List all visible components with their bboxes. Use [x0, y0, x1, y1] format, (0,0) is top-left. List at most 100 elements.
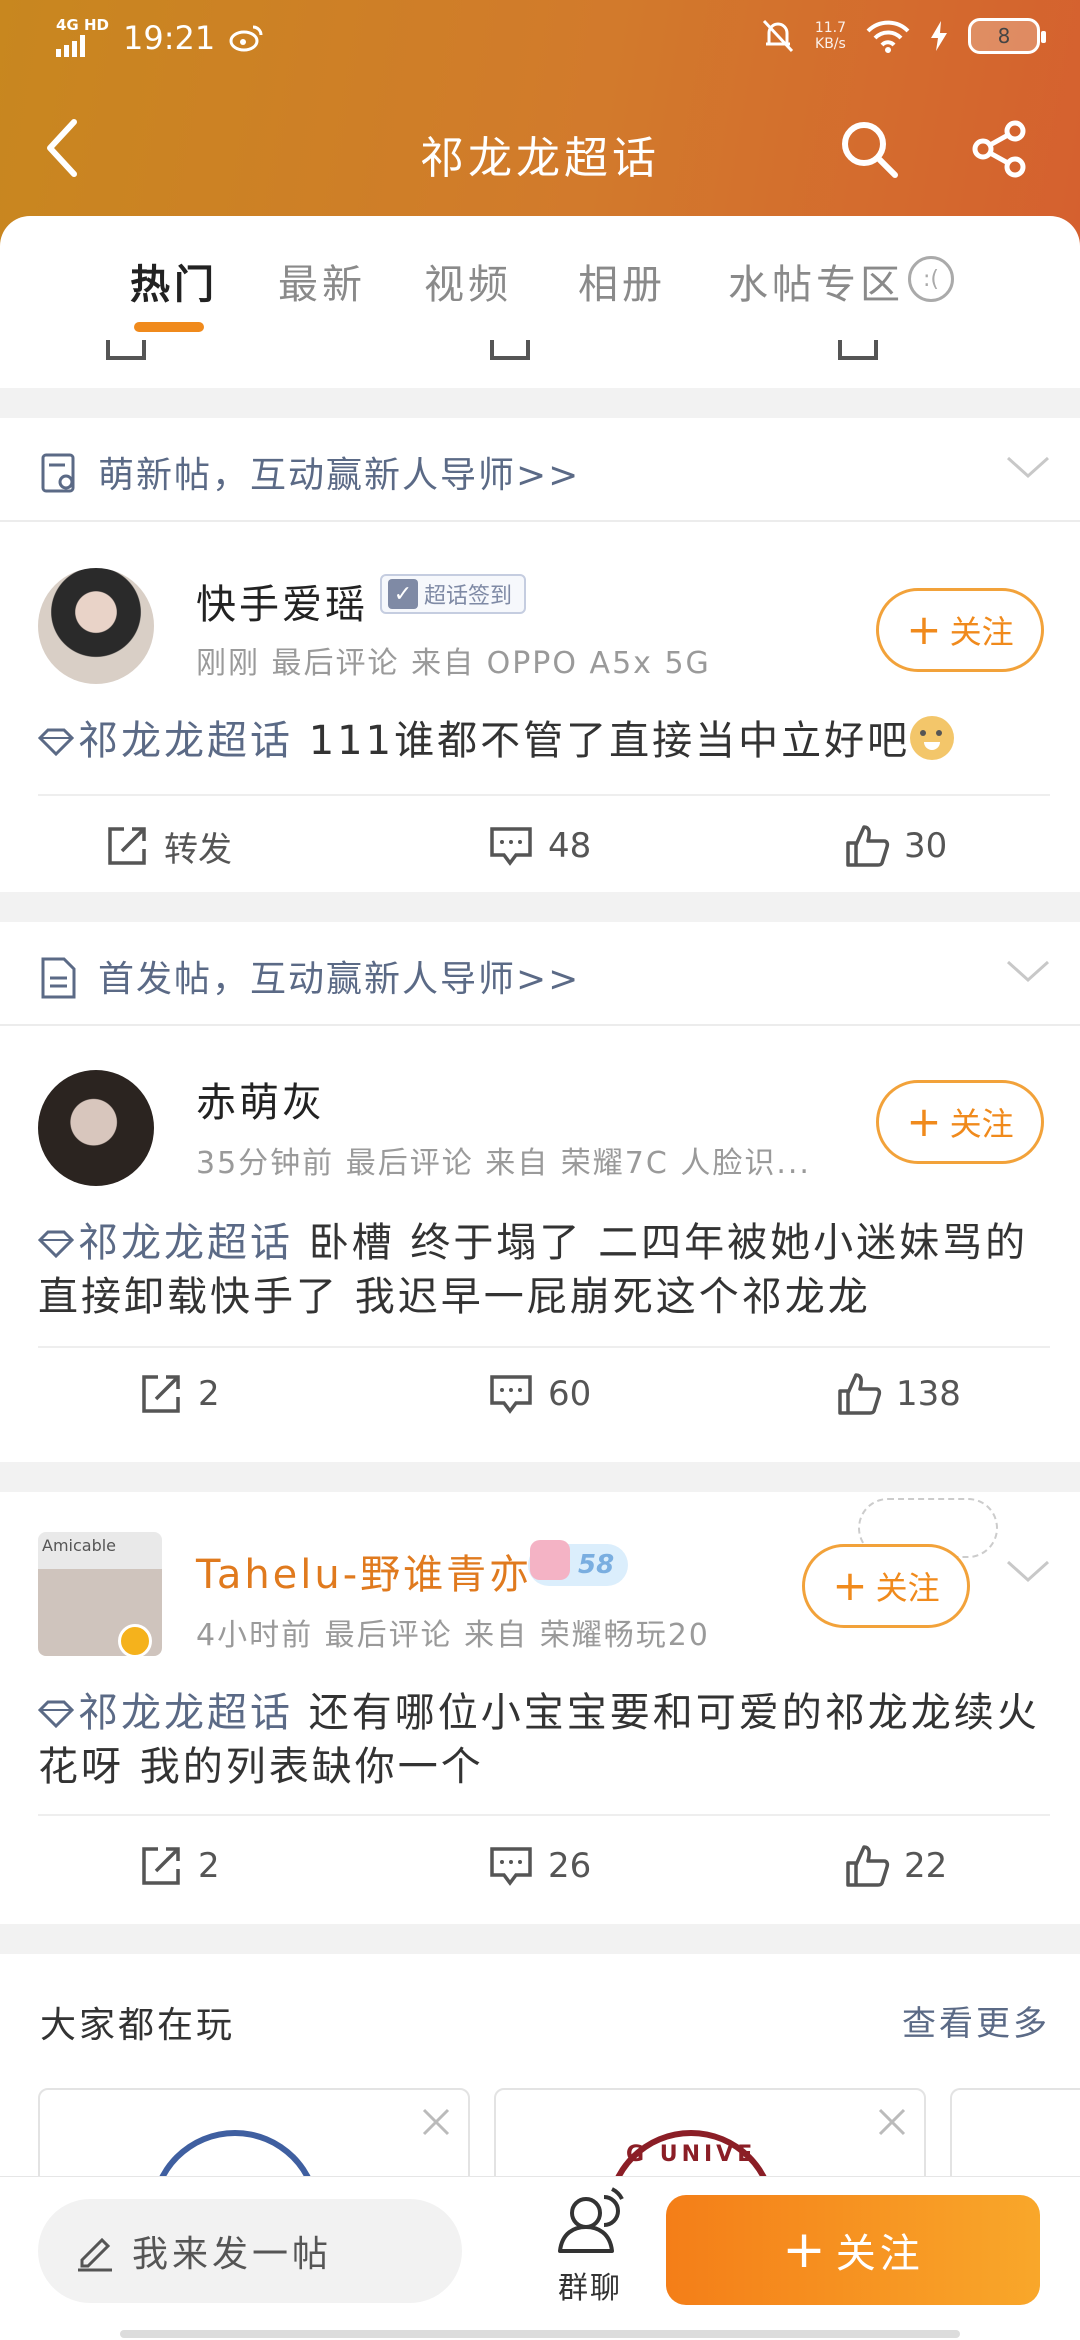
- doge-emoji-icon: [910, 716, 955, 760]
- username[interactable]: 赤萌灰: [196, 1070, 325, 1128]
- page-title: 祁龙龙超话: [420, 133, 660, 184]
- topic-link[interactable]: 祁龙龙超话: [78, 1220, 293, 1266]
- wifi-icon: [866, 20, 910, 53]
- close-icon[interactable]: [416, 2102, 456, 2142]
- post-actions: 2 26 22: [0, 1816, 1080, 1916]
- mute-bell-icon: [762, 19, 793, 53]
- view-more-link[interactable]: 查看更多: [902, 1996, 1050, 2045]
- post-content[interactable]: 祁龙龙超话 还有哪位小宝宝要和可爱的祁龙龙续火花呀 我的列表缺你一个: [38, 1686, 1050, 1794]
- charging-icon: [931, 21, 947, 51]
- bottom-bar: 我来发一帖 群聊 + 关注: [0, 2176, 1080, 2340]
- level-badge: 58: [528, 1540, 629, 1586]
- post-card: 首发帖，互动赢新人导师>> 赤萌灰 35分钟前 最后评论 来自 荣耀7C 人脸识…: [0, 922, 1080, 1462]
- avatar[interactable]: [38, 568, 154, 684]
- chevron-down-icon[interactable]: [1006, 1556, 1050, 1586]
- follow-button[interactable]: + 关注: [876, 588, 1044, 672]
- diamond-icon: [38, 1700, 74, 1728]
- check-icon: ✓: [388, 579, 418, 609]
- feed: 萌新帖，互动赢新人导师>> 快手爱瑶 ✓ 超话签到 刚刚 最后评论 来自 OPPO…: [0, 340, 1080, 2214]
- repost-button[interactable]: 转发: [104, 796, 232, 896]
- comment-icon: [490, 1847, 532, 1886]
- username[interactable]: Tahelu-野谁青亦: [196, 1542, 532, 1600]
- post-meta: 刚刚 最后评论 来自 OPPO A5x 5G: [196, 646, 711, 681]
- compose-post-button[interactable]: 我来发一帖: [38, 2199, 462, 2303]
- follow-button[interactable]: + 关注: [876, 1080, 1044, 1164]
- repost-icon: [142, 1375, 180, 1413]
- like-button[interactable]: 22: [844, 1816, 947, 1916]
- pig-icon: [530, 1540, 570, 1580]
- recommend-section: 大家都在玩 查看更多 G UNIVE: [0, 1954, 1080, 2214]
- home-indicator: [120, 2330, 960, 2338]
- search-button[interactable]: [834, 114, 904, 184]
- thumbs-up-icon: [846, 1845, 890, 1887]
- tab-latest[interactable]: 最新: [278, 252, 366, 310]
- group-chat-icon: [558, 2187, 624, 2253]
- face-icon[interactable]: :(: [908, 256, 954, 302]
- section-title: 萌新帖，互动赢新人导师>>: [98, 455, 581, 496]
- post-card: 萌新帖，互动赢新人导师>> 快手爱瑶 ✓ 超话签到 刚刚 最后评论 来自 OPPO…: [0, 418, 1080, 892]
- tab-album[interactable]: 相册: [578, 252, 666, 310]
- comment-icon: [490, 1375, 532, 1414]
- chevron-down-icon[interactable]: [1006, 452, 1050, 482]
- post-content[interactable]: 祁龙龙超话 111谁都不管了直接当中立好吧: [38, 714, 1050, 768]
- username[interactable]: 快手爱瑶: [196, 572, 368, 630]
- post-meta: 35分钟前 最后评论 来自 荣耀7C 人脸识...: [196, 1146, 811, 1181]
- repost-icon: [142, 1847, 180, 1885]
- comment-button[interactable]: 26: [488, 1816, 591, 1916]
- like-button[interactable]: 30: [844, 796, 947, 896]
- nav-bar: 祁龙龙超话: [0, 100, 1080, 200]
- follow-topic-button[interactable]: + 关注: [666, 2195, 1040, 2305]
- share-icon: [972, 120, 1026, 178]
- diamond-icon: [38, 728, 74, 756]
- post-meta: 4小时前 最后评论 来自 荣耀畅玩20: [196, 1618, 710, 1653]
- post[interactable]: 赤萌灰 35分钟前 最后评论 来自 荣耀7C 人脸识... + 关注 祁龙龙超话 …: [0, 1026, 1080, 1462]
- repost-button[interactable]: 2: [138, 1344, 220, 1444]
- signal-icon: [56, 33, 109, 57]
- tab-water-posts[interactable]: 水帖专区: [728, 252, 904, 310]
- tab-video[interactable]: 视频: [424, 252, 512, 310]
- tab-bar: 热门 最新 视频 相册 水帖专区 :(: [0, 216, 1080, 340]
- post[interactable]: Amicable Tahelu-野谁青亦 58 4小时前 最后评论 来自 荣耀畅…: [0, 1492, 1080, 1924]
- document-icon: [41, 957, 76, 999]
- post-text: 111谁都不管了直接当中立好吧: [308, 718, 911, 764]
- group-chat-button[interactable]: 群聊: [540, 2187, 640, 2327]
- search-icon: [842, 122, 898, 178]
- thumbs-up-icon: [846, 825, 890, 867]
- comment-button[interactable]: 48: [488, 796, 591, 896]
- thumbs-up-icon: [838, 1373, 882, 1415]
- verified-badge-icon: [118, 1624, 152, 1658]
- pen-icon: [78, 2237, 112, 2272]
- section-header[interactable]: 萌新帖，互动赢新人导师>>: [0, 418, 1080, 522]
- post-content[interactable]: 祁龙龙超话 卧槽 终于塌了 二四年被她小迷妹骂的直接卸载快手了 我迟早一屁崩死这…: [38, 1216, 1050, 1324]
- network-speed: 11.7 KB/s: [814, 20, 846, 52]
- post-actions: 转发 48 30: [0, 796, 1080, 896]
- post-actions: 2 60 138: [0, 1344, 1080, 1444]
- follow-button[interactable]: + 关注: [802, 1544, 970, 1628]
- tab-hot[interactable]: 热门: [130, 252, 218, 310]
- section-title: 首发帖，互动赢新人导师>>: [98, 959, 581, 1000]
- status-bar: 4G HD 19:21 11.7 KB/s 8: [0, 0, 1080, 80]
- share-button[interactable]: [964, 114, 1034, 184]
- repost-icon: [108, 827, 146, 865]
- network-type: 4G HD: [56, 16, 109, 34]
- comment-icon: [490, 827, 532, 866]
- chevron-down-icon[interactable]: [1006, 956, 1050, 986]
- university-logo-text: G UNIVE: [626, 2142, 757, 2167]
- post-card: Amicable Tahelu-野谁青亦 58 4小时前 最后评论 来自 荣耀畅…: [0, 1492, 1080, 1924]
- like-button[interactable]: 138: [836, 1344, 961, 1444]
- previous-post-actions: [0, 340, 1080, 388]
- repost-button[interactable]: 2: [138, 1816, 220, 1916]
- topic-link[interactable]: 祁龙龙超话: [78, 718, 293, 764]
- topic-link[interactable]: 祁龙龙超话: [78, 1690, 293, 1736]
- comment-button[interactable]: 60: [488, 1344, 591, 1444]
- section-header[interactable]: 首发帖，互动赢新人导师>>: [0, 922, 1080, 1026]
- battery-icon: 8: [968, 18, 1046, 54]
- weibo-icon: [229, 25, 263, 51]
- post[interactable]: 快手爱瑶 ✓ 超话签到 刚刚 最后评论 来自 OPPO A5x 5G + 关注 祁龙…: [0, 522, 1080, 892]
- checkin-badge: ✓ 超话签到: [380, 574, 527, 614]
- status-time: 19:21: [122, 18, 216, 57]
- avatar[interactable]: [38, 1070, 154, 1186]
- close-icon[interactable]: [872, 2102, 912, 2142]
- newbie-post-icon: [41, 453, 75, 493]
- diamond-icon: [38, 1230, 74, 1258]
